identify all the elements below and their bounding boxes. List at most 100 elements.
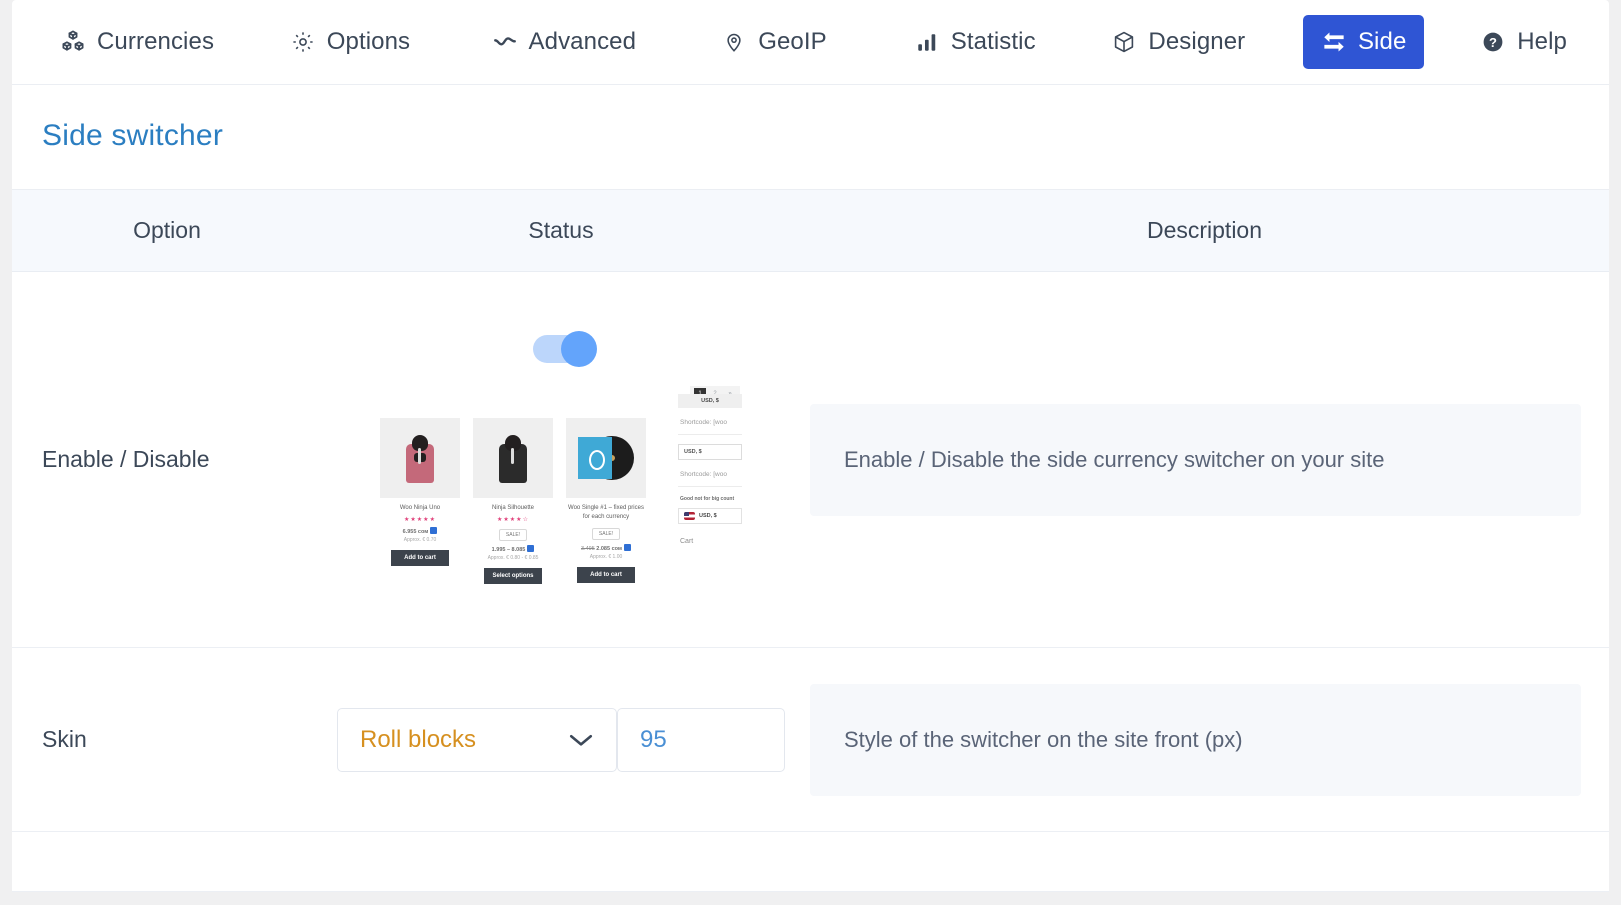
table-row-skin: Skin Roll blocks 95: [12, 648, 1609, 832]
main-navigation: Currencies Options Advanced: [12, 0, 1609, 85]
row-label-enable-disable: Enable / Disable: [12, 446, 322, 473]
preview-currency-select-1: USD, $: [678, 444, 742, 460]
preview-product-cards: Woo Ninja Uno ★★★★★ 6.955 сом Approx. € …: [380, 394, 648, 584]
map-pin-icon: [721, 29, 747, 55]
preview-product-image: [380, 418, 460, 498]
row-description-skin: Style of the switcher on the site front …: [800, 684, 1609, 796]
enable-disable-toggle[interactable]: [533, 335, 589, 363]
description-text-enable-disable: Enable / Disable the side currency switc…: [810, 404, 1581, 516]
preview-product-card: Woo Ninja Uno ★★★★★ 6.955 сом Approx. € …: [380, 418, 460, 584]
preview-product-image: [566, 418, 646, 498]
usa-flag-icon: [684, 512, 695, 520]
preview-select-options-button: Select options: [484, 568, 542, 584]
nav-label-side: Side: [1358, 28, 1406, 56]
preview-flag-currency-select: USD, $: [678, 508, 742, 524]
preview-shortcode-1: Shortcode: [woo: [680, 419, 742, 426]
nav-item-help[interactable]: ? Help: [1462, 15, 1585, 69]
column-header-status: Status: [322, 217, 800, 244]
nav-item-advanced[interactable]: Advanced: [474, 15, 655, 69]
page-title: Side switcher: [42, 119, 1579, 153]
nav-item-designer[interactable]: Designer: [1093, 15, 1263, 69]
preview-price-value: 1.995 – 8.085: [492, 547, 526, 553]
chevron-down-icon: [568, 732, 594, 748]
nav-label-advanced-options: Options: [327, 28, 410, 56]
exchange-icon: [1321, 29, 1347, 55]
nav-item-options[interactable]: Options: [272, 15, 428, 69]
currency-badge-icon: [430, 527, 437, 534]
nav-item-statistic[interactable]: Statistic: [896, 15, 1054, 69]
gear-icon: [290, 29, 316, 55]
preview-add-to-cart-button: Add to cart: [577, 567, 635, 583]
nav-label-statistic: Statistic: [951, 28, 1036, 56]
preview-price-value: 2.085 сом: [596, 546, 622, 552]
preview-shortcode-2: Shortcode: [woo: [680, 471, 742, 478]
nav-label-designer: Designer: [1148, 28, 1245, 56]
hoodie-red-icon: [403, 433, 437, 483]
svg-text:?: ?: [1489, 35, 1497, 50]
preview-sale-badge: SALE!: [592, 528, 620, 540]
preview-divider: [678, 486, 742, 487]
preview-product-approx: Approx. € 0.70: [380, 537, 460, 543]
preview-sale-badge: SALE!: [499, 529, 527, 541]
bar-chart-icon: [914, 29, 940, 55]
skin-select-value: Roll blocks: [360, 726, 476, 754]
preview-product-name: Woo Single #1 – fixed prices for each cu…: [566, 504, 646, 522]
box-icon: [1111, 29, 1137, 55]
preview-note: Good not for big count: [680, 496, 742, 502]
preview-product-price: 6.955 сом: [380, 527, 460, 535]
preview-flag-select-label: USD, $: [699, 513, 717, 519]
skin-size-value: 95: [640, 726, 667, 754]
currency-badge-icon: [527, 545, 534, 552]
preview-product-image: [473, 418, 553, 498]
currency-badge-icon: [624, 544, 631, 551]
wave-icon: [492, 29, 518, 55]
page-header: Side switcher: [12, 85, 1609, 190]
preview-product-name: Ninja Silhouette: [473, 504, 553, 513]
preview-divider: [678, 434, 742, 435]
preview-sidebar: USD, $ Shortcode: [woo USD, $ Shortcode:…: [678, 394, 742, 545]
preview-sale-wrap: SALE!: [566, 522, 646, 540]
preview-product-price: 1.995 – 8.085: [473, 545, 553, 553]
row-status-enable-disable: 1 2 » Woo Ninja: [322, 335, 800, 585]
preview-sale-wrap: SALE!: [473, 523, 553, 541]
column-header-description: Description: [800, 217, 1609, 244]
table-row-next-partial: [12, 832, 1609, 892]
preview-currency-pill: USD, $: [678, 394, 742, 408]
row-status-skin: Roll blocks 95: [322, 708, 800, 772]
skin-select[interactable]: Roll blocks: [337, 708, 617, 772]
description-text-skin: Style of the switcher on the site front …: [810, 684, 1581, 796]
nav-label-currencies: Currencies: [97, 28, 214, 56]
row-description-enable-disable: Enable / Disable the side currency switc…: [800, 404, 1609, 516]
hoodie-black-icon: [496, 433, 530, 483]
preview-shop-grid: Woo Ninja Uno ★★★★★ 6.955 сом Approx. € …: [380, 394, 648, 584]
enable-toggle-wrapper: [533, 335, 589, 368]
preview-cart-label: Cart: [680, 538, 742, 545]
nav-item-geoip[interactable]: GeoIP: [703, 15, 845, 69]
nav-label-help: Help: [1517, 28, 1567, 56]
preview-product-rating: ★★★★★: [380, 516, 460, 523]
nav-item-side[interactable]: Side: [1303, 15, 1424, 69]
column-header-option: Option: [12, 217, 322, 244]
nav-item-currencies[interactable]: Currencies: [42, 15, 232, 69]
skin-controls: Roll blocks 95: [337, 708, 785, 772]
nav-label-advanced: Advanced: [529, 28, 637, 56]
preview-product-rating: ★★★★☆: [473, 516, 553, 523]
page-root: Currencies Options Advanced: [0, 0, 1621, 905]
settings-table: Option Status Description Enable / Disab…: [12, 190, 1609, 892]
preview-product-name: Woo Ninja Uno: [380, 504, 460, 513]
toggle-knob: [561, 331, 597, 367]
preview-product-approx: Approx. € 0.80 - € 0.85: [473, 555, 553, 561]
preview-price-value: 6.955 сом: [403, 529, 429, 535]
preview-add-to-cart-button: Add to cart: [391, 550, 449, 566]
skin-size-input[interactable]: 95: [617, 708, 785, 772]
table-header-row: Option Status Description: [12, 190, 1609, 272]
vinyl-record-icon: [578, 436, 634, 480]
table-row-enable-disable: Enable / Disable 1 2 »: [12, 272, 1609, 648]
nav-label-geoip: GeoIP: [758, 28, 827, 56]
row-label-skin: Skin: [12, 726, 322, 753]
question-circle-icon: ?: [1480, 29, 1506, 55]
cubes-icon: [60, 29, 86, 55]
preview-product-approx: Approx. € 1.00: [566, 554, 646, 560]
preview-product-card: Ninja Silhouette ★★★★☆ SALE! 1.995 – 8.0…: [473, 418, 553, 584]
preview-product-card: Woo Single #1 – fixed prices for each cu…: [566, 418, 646, 584]
